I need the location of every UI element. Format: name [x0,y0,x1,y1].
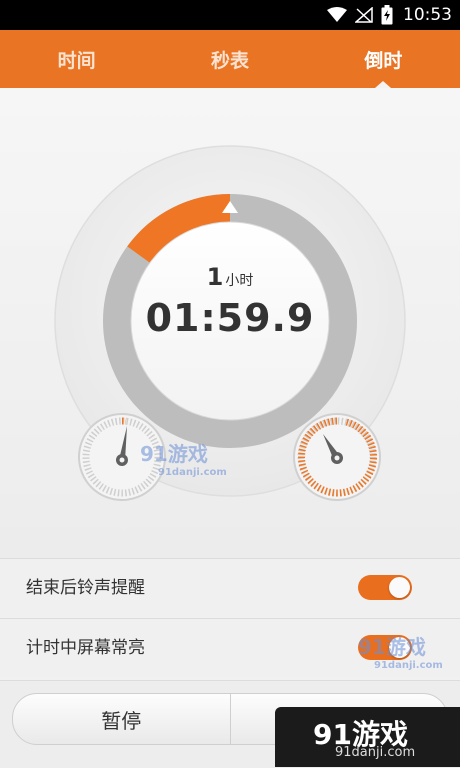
status-time: 10:53 [403,5,452,25]
active-tab-indicator [375,81,392,88]
tab-clock[interactable]: 时间 [0,30,153,88]
right-mini-gauge [293,413,381,501]
setting-label-end-ringtone: 结束后铃声提醒 [26,578,145,598]
setting-watermark: 91游戏 91danji.com [358,631,443,671]
setting-watermark-sub: 91danji.com [374,660,443,671]
dial-watermark: 91游戏 91danji.com [140,438,227,478]
pause-button[interactable]: 暂停 [13,694,230,744]
end-ringtone-toggle[interactable] [358,575,412,600]
status-bar: 10:53 [0,0,460,30]
toggle-knob [389,577,410,598]
tab-bar: 时间 秒表 倒时 [0,30,460,88]
dial-watermark-sub: 91danji.com [158,467,227,478]
tab-stopwatch-label: 秒表 [210,49,249,72]
no-signal-icon [355,7,373,23]
wifi-icon [327,7,347,22]
setting-row-screen-on[interactable]: 计时中屏幕常亮 91游戏 91danji.com [0,618,460,677]
countdown-hours-unit: 小时 [225,273,254,289]
corner-watermark-sub: 91danji.com [335,745,416,760]
status-icons: 10:53 [327,0,452,30]
countdown-hours-value: 1 [206,263,224,291]
tab-stopwatch[interactable]: 秒表 [153,30,306,88]
setting-row-end-ringtone[interactable]: 结束后铃声提醒 [0,558,460,617]
countdown-hours: 1 小时 [0,263,460,291]
tab-countdown-label: 倒时 [364,49,403,72]
setting-watermark-text: 91游戏 [358,635,426,659]
tab-countdown[interactable]: 倒时 [307,30,460,88]
battery-charging-icon [381,5,393,25]
corner-watermark-logo: 91游戏 91danji.com [275,707,460,767]
dial-watermark-text: 91游戏 [140,442,208,466]
countdown-time: 01:59.9 [145,296,315,340]
tab-clock-label: 时间 [57,49,96,72]
setting-label-screen-on: 计时中屏幕常亮 [26,638,145,658]
countdown-dial-area: 1 小时 01:59.9 91游戏 91danji.com [0,88,460,558]
